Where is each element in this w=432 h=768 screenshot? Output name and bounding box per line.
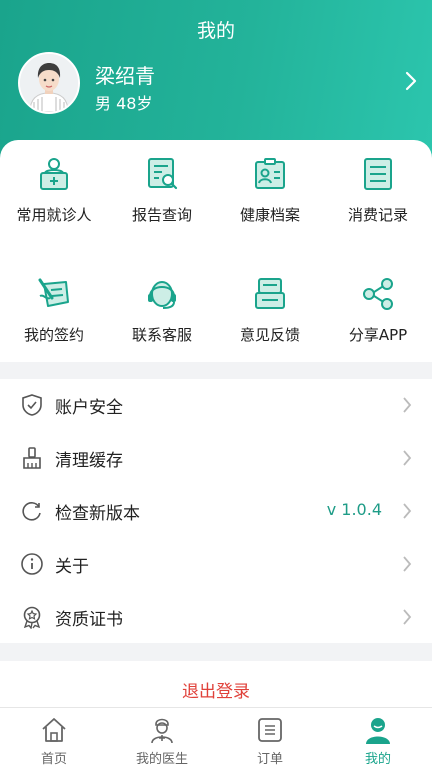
menu-label: 账户安全 [55, 398, 123, 418]
refresh-icon [22, 502, 41, 521]
chevron-right-icon[interactable] [404, 70, 418, 92]
chevron-right-icon [403, 397, 412, 413]
chevron-right-icon [403, 556, 412, 572]
avatar-image [20, 54, 78, 112]
share-icon [363, 278, 393, 310]
tab-my-doctor[interactable]: 我的医生 [108, 708, 216, 768]
menu-label: 关于 [55, 557, 89, 577]
certificate-icon [23, 606, 41, 629]
grid-label: 意见反馈 [239, 326, 300, 344]
tab-home[interactable]: 首页 [0, 708, 108, 768]
report-search-icon [148, 158, 178, 190]
tab-label: 首页 [40, 752, 67, 767]
menu-item-about[interactable]: 关于 [0, 538, 432, 591]
contract-icon [38, 278, 69, 307]
logout-label: 退出登录 [182, 682, 250, 702]
profile-card[interactable]: 梁绍青 男 48岁 [18, 52, 418, 114]
broom-icon [23, 447, 41, 469]
grid-label: 报告查询 [131, 206, 192, 224]
grid-label: 健康档案 [239, 206, 300, 224]
bottom-tab-bar: 首页 我的医生 订单 我的 [0, 707, 432, 768]
menu-label: 清理缓存 [55, 451, 123, 471]
grid-label: 分享APP [348, 326, 408, 344]
chevron-right-icon [403, 503, 412, 519]
chevron-right-icon [403, 450, 412, 466]
tab-label: 我的 [364, 752, 391, 767]
grid-item-consumption-records[interactable]: 消费记录 [324, 140, 432, 240]
consumption-record-icon [364, 158, 392, 190]
tab-mine[interactable]: 我的 [324, 708, 432, 768]
grid-item-health-records[interactable]: 健康档案 [216, 140, 324, 240]
grid-item-patients[interactable]: 常用就诊人 [0, 140, 108, 240]
shield-icon [22, 394, 42, 416]
chevron-right-icon [403, 609, 412, 625]
menu-label: 资质证书 [55, 610, 123, 630]
feedback-icon [255, 278, 285, 309]
info-icon [21, 553, 43, 575]
menu-item-clear-cache[interactable]: 清理缓存 [0, 432, 432, 485]
tab-orders[interactable]: 订单 [216, 708, 324, 768]
version-value: v 1.0.4 [326, 500, 382, 519]
grid-label: 联系客服 [131, 326, 192, 344]
grid-label: 我的签约 [23, 326, 84, 344]
grid-label: 消费记录 [347, 206, 408, 224]
page-title: 我的 [196, 20, 235, 42]
grid-item-share-app[interactable]: 分享APP [324, 260, 432, 360]
tab-label: 我的医生 [135, 752, 188, 767]
home-icon [42, 718, 66, 742]
menu-item-account-security[interactable]: 账户安全 [0, 379, 432, 432]
grid-item-report-query[interactable]: 报告查询 [108, 140, 216, 240]
settings-menu: 账户安全 清理缓存 检查新版本 v 1.0.4 关于 资质证书 [0, 379, 432, 643]
logout-button[interactable]: 退出登录 [0, 661, 432, 707]
grid-item-customer-service[interactable]: 联系客服 [108, 260, 216, 360]
grid-item-my-contract[interactable]: 我的签约 [0, 260, 108, 360]
grid-item-feedback[interactable]: 意见反馈 [216, 260, 324, 360]
avatar[interactable] [18, 52, 80, 114]
menu-label: 检查新版本 [55, 504, 140, 524]
user-name: 梁绍青 [95, 64, 155, 88]
user-icon [366, 718, 390, 744]
menu-item-certificate[interactable]: 资质证书 [0, 591, 432, 644]
tab-label: 订单 [256, 752, 283, 767]
customer-service-icon [148, 281, 176, 309]
health-record-icon [255, 158, 285, 189]
grid-label: 常用就诊人 [16, 206, 92, 224]
doctor-icon [151, 718, 173, 744]
menu-item-check-update[interactable]: 检查新版本 v 1.0.4 [0, 485, 432, 538]
order-icon [258, 718, 282, 742]
user-gender-age: 男 48岁 [95, 94, 153, 113]
function-grid: 常用就诊人 报告查询 健康档案 消费记录 我的签约 联系客服 意见反馈 分享AP… [0, 140, 432, 362]
patient-icon [40, 158, 68, 190]
